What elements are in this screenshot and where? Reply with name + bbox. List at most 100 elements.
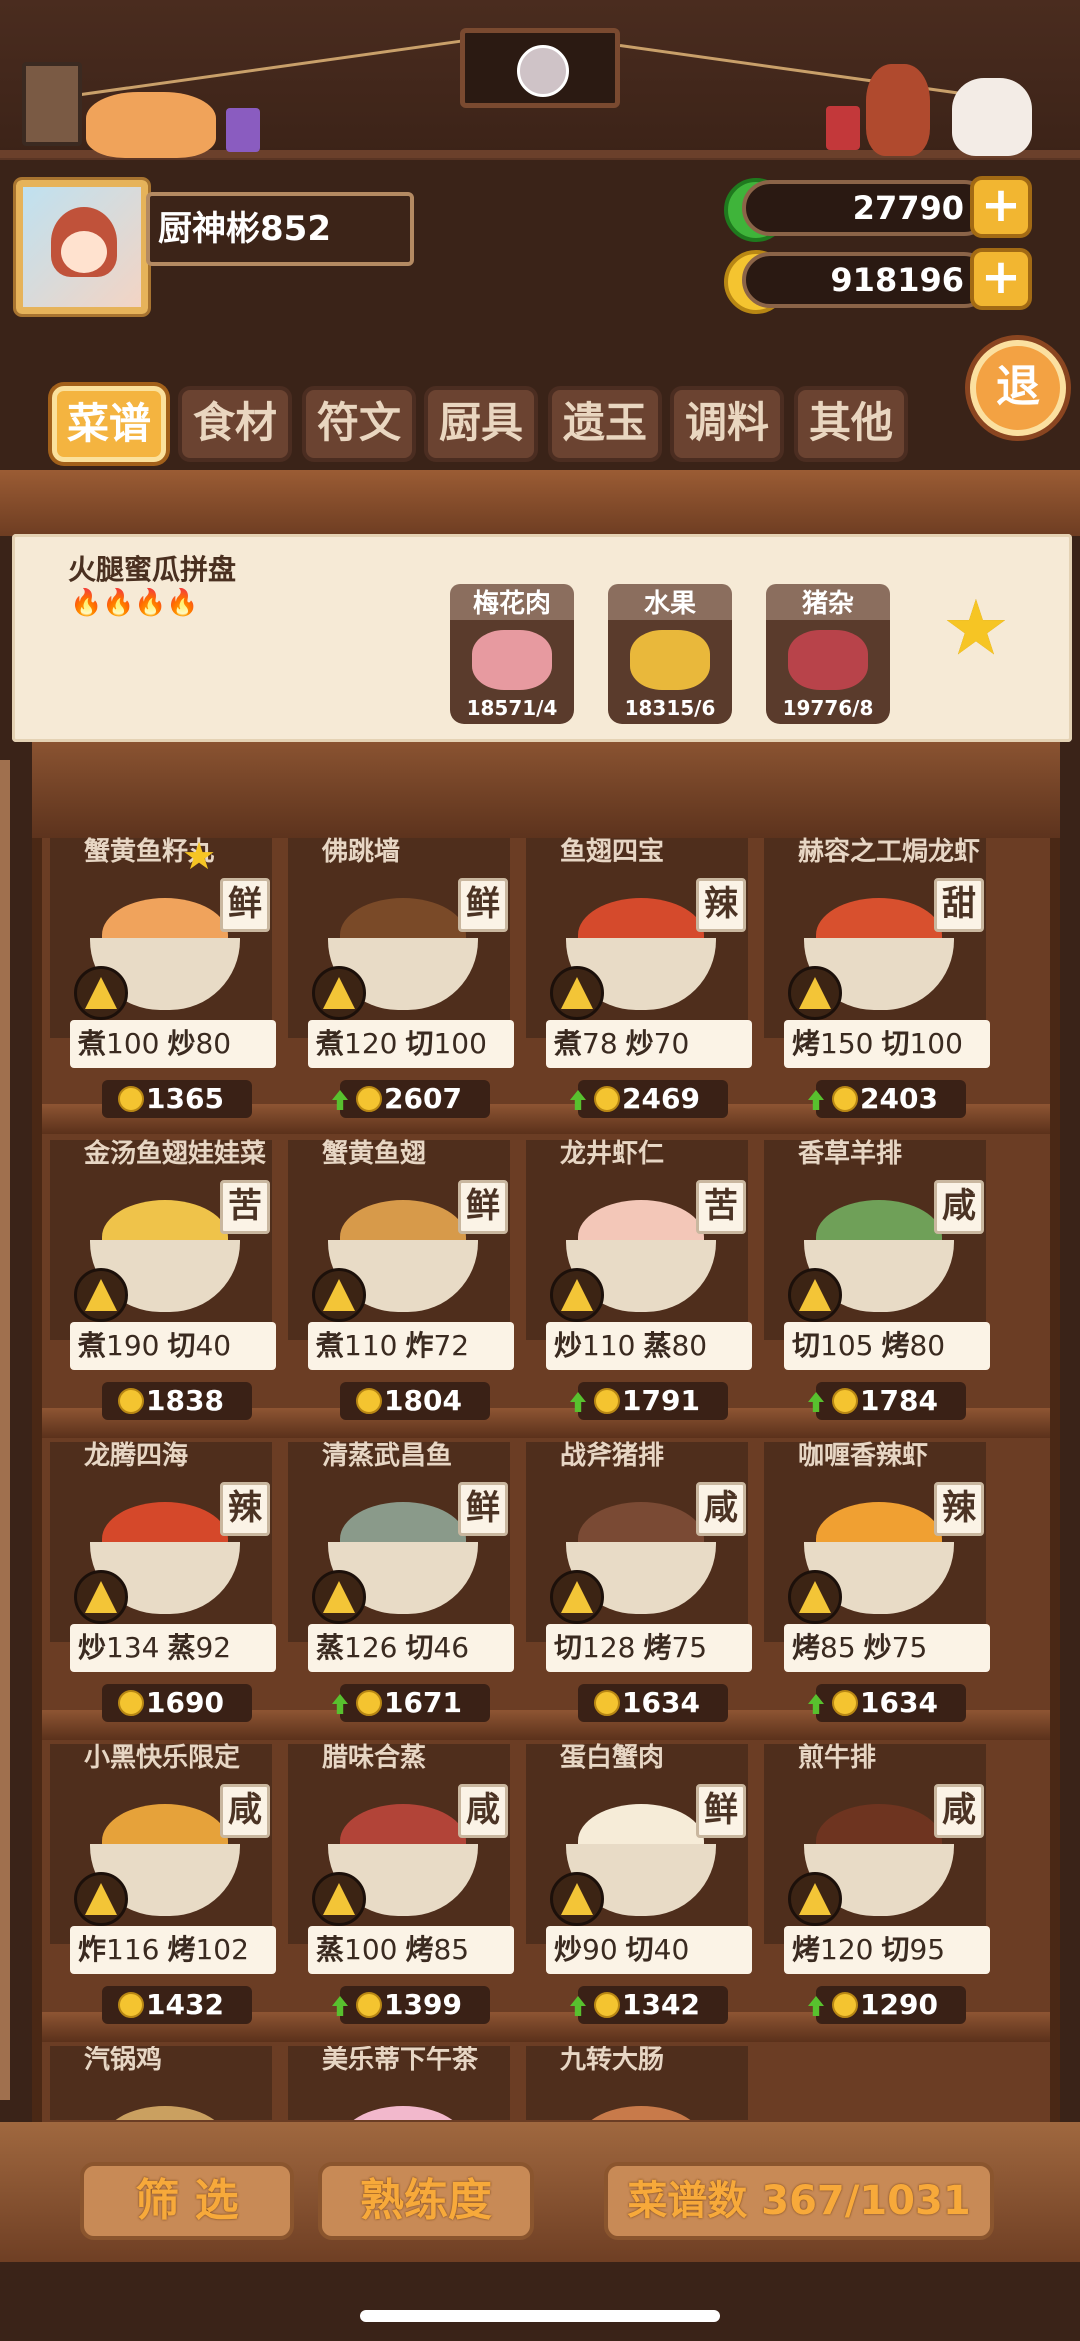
hanging-banner — [460, 28, 620, 108]
tab-1[interactable]: 食材 — [178, 386, 292, 462]
ingredient-slot[interactable]: 猪杂 19776/8 — [766, 584, 890, 724]
tab-5[interactable]: 调料 — [670, 386, 784, 462]
flame-icon: 🔥 — [102, 588, 135, 618]
taste-badge: 鲜 — [458, 1482, 508, 1536]
skill-value: 100 — [344, 1933, 398, 1966]
coin-icon — [356, 1690, 382, 1716]
chef-character-icon — [866, 64, 930, 156]
recipe-card[interactable]: 战斧猪排咸切128 烤75 1634 — [526, 1441, 752, 1722]
avatar[interactable] — [16, 180, 148, 314]
add-jade-button[interactable]: + — [970, 176, 1032, 238]
skill-name: 炸 — [405, 1329, 434, 1362]
skill-name: 切 — [554, 1631, 583, 1664]
recipe-name: 战斧猪排 — [560, 1441, 665, 1471]
skill-value: 100 — [433, 1027, 487, 1060]
skill-value: 75 — [671, 1631, 708, 1664]
skill-name: 炒 — [554, 1329, 583, 1362]
ingredient-slot[interactable]: 水果 18315/6 — [608, 584, 732, 724]
price-value: 2403 — [860, 1082, 938, 1115]
skill-requirements: 切105 烤80 — [784, 1322, 990, 1370]
ingredient-name: 水果 — [608, 584, 732, 624]
recipe-card[interactable]: 佛跳墙鲜煮120 切100 2607 — [288, 838, 514, 1118]
add-gold-button[interactable]: + — [970, 248, 1032, 310]
price-tag: 2469 — [570, 1080, 728, 1118]
wall-frame — [22, 62, 82, 146]
skill-value: 120 — [344, 1027, 398, 1060]
skill-requirements: 煮120 切100 — [308, 1020, 514, 1068]
mastery-button[interactable]: 熟练度 — [318, 2162, 534, 2240]
skill-requirements: 煮100 炒80 — [70, 1020, 276, 1068]
ingredient-slot[interactable]: 梅花肉 18571/4 — [450, 584, 574, 724]
tab-2[interactable]: 符文 — [302, 386, 416, 462]
exit-button[interactable]: 退 — [970, 340, 1066, 436]
flame-icon: 🔥 — [70, 588, 103, 618]
skill-value: 80 — [671, 1329, 708, 1362]
skill-value: 70 — [653, 1027, 690, 1060]
filter-button[interactable]: 筛 选 — [80, 2162, 294, 2240]
skill-value: 105 — [820, 1329, 874, 1362]
price-value: 2469 — [622, 1082, 700, 1115]
price-tag: 1690 — [102, 1684, 252, 1722]
skill-name: 蒸 — [316, 1933, 345, 1966]
badge-shape — [323, 1883, 355, 1915]
skill-requirements: 炒110 蒸80 — [546, 1322, 752, 1370]
coin-icon — [832, 1690, 858, 1716]
price-tag: 2403 — [808, 1080, 966, 1118]
recipe-card[interactable]: 咖喱香辣虾辣烤85 炒75 1634 — [764, 1442, 990, 1722]
recipe-card[interactable]: 鱼翅四宝辣煮78 炒70 2469 — [526, 838, 752, 1118]
recipe-card[interactable]: 金汤鱼翅娃娃菜苦煮190 切40 1838 — [50, 1139, 276, 1420]
recipe-card[interactable]: 汽锅鸡 — [50, 2046, 272, 2120]
skill-name: 炒 — [554, 1933, 583, 1966]
home-indicator[interactable] — [360, 2310, 720, 2322]
tab-3[interactable]: 厨具 — [424, 386, 538, 462]
recipe-card[interactable]: 蟹黄鱼籽丸鲜 ★ 煮100 炒80 1365 — [50, 834, 276, 1118]
food-icon — [578, 2106, 704, 2120]
skill-name: 蒸 — [643, 1329, 672, 1362]
ingredient-count: 18315/6 — [624, 696, 716, 720]
skill-name: 煮 — [554, 1027, 583, 1060]
recipe-name: 煎牛排 — [798, 1743, 877, 1773]
recipe-name: 美乐蒂下午茶 — [322, 2046, 479, 2075]
recipe-card[interactable]: 清蒸武昌鱼鲜蒸126 切46 1671 — [288, 1442, 514, 1722]
recipe-card[interactable]: 美乐蒂下午茶 — [288, 2046, 510, 2120]
taste-badge: 咸 — [934, 1180, 984, 1234]
taste-badge: 辣 — [934, 1482, 984, 1536]
tab-0[interactable]: 菜谱 — [52, 386, 166, 462]
skill-name: 炸 — [78, 1933, 107, 1966]
ingredient-count: 19776/8 — [782, 696, 874, 720]
recipe-card[interactable]: 九转大肠 — [526, 2046, 748, 2120]
ingredient-name: 猪杂 — [766, 584, 890, 624]
skill-name: 切 — [405, 1631, 434, 1664]
skill-value: 100 — [106, 1027, 160, 1060]
taste-badge: 鲜 — [458, 878, 508, 932]
price-value: 1365 — [146, 1082, 224, 1115]
skill-name: 切 — [881, 1933, 910, 1966]
recipe-card[interactable]: 腊味合蒸咸蒸100 烤85 1399 — [288, 1744, 514, 2024]
favorite-star-icon[interactable]: ★ — [936, 588, 1016, 668]
upgrade-arrow-icon — [332, 1996, 348, 2016]
recipe-card[interactable]: 龙腾四海辣炒134 蒸92 1690 — [50, 1441, 276, 1722]
tab-6[interactable]: 其他 — [794, 386, 908, 462]
recipe-card[interactable]: 赫容之工焗龙虾甜烤150 切100 2403 — [764, 838, 990, 1118]
skill-value: 110 — [344, 1329, 398, 1362]
price-tag: 1671 — [332, 1684, 490, 1722]
recipe-name: 龙腾四海 — [84, 1441, 189, 1471]
recipe-name: 金汤鱼翅娃娃菜 — [84, 1139, 267, 1169]
badge-shape — [323, 1581, 355, 1613]
skill-name: 切 — [625, 1933, 654, 1966]
recipe-card[interactable]: 煎牛排咸烤120 切95 1290 — [764, 1743, 990, 2024]
tab-4[interactable]: 遗玉 — [548, 386, 662, 462]
recipe-card[interactable]: 香草羊排咸切105 烤80 1784 — [764, 1140, 990, 1420]
price-tag: 2607 — [332, 1080, 490, 1118]
taste-badge: 咸 — [220, 1784, 270, 1838]
recipe-card[interactable]: 蛋白蟹肉鲜炒90 切40 1342 — [526, 1743, 752, 2024]
recipe-card[interactable]: 龙井虾仁苦炒110 蒸80 1791 — [526, 1140, 752, 1420]
rarity-badge-icon — [312, 1570, 366, 1624]
badge-shape — [323, 977, 355, 1009]
recipe-card[interactable]: 蟹黄鱼翅鲜煮110 炸72 1804 — [288, 1140, 514, 1420]
recipe-card[interactable]: 小黑快乐限定咸炸116 烤102 1432 — [50, 1744, 276, 2024]
recipe-name: 蛋白蟹肉 — [560, 1743, 665, 1773]
jar-icon — [826, 106, 860, 150]
skill-name: 切 — [405, 1027, 434, 1060]
skill-requirements: 烤85 炒75 — [784, 1624, 990, 1672]
